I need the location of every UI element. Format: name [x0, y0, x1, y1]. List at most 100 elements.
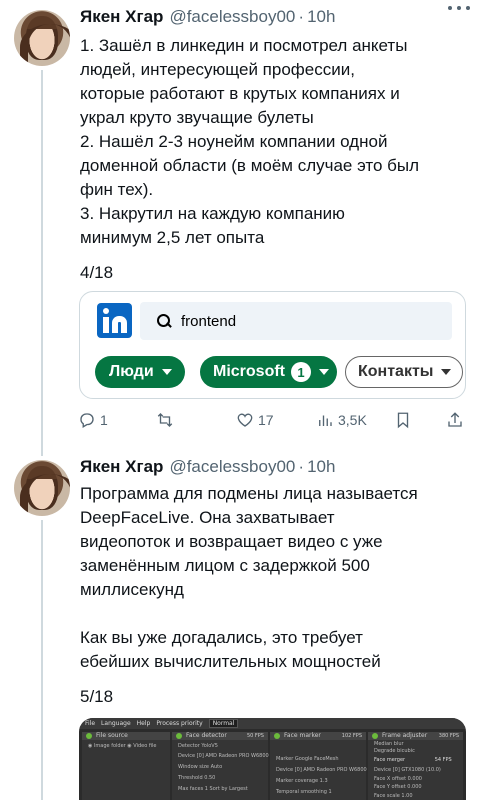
like-button[interactable]: 17 [236, 408, 274, 432]
panel-face-marker: Face marker 102 FPS Marker Google FaceMe… [270, 732, 367, 800]
linkedin-logo-icon [97, 303, 132, 338]
filter-contacts-label: Контакты [358, 363, 434, 380]
text-line: 2. Нашёл 2-3 ноунейм компании одной [80, 132, 388, 151]
panel-title: File source [96, 732, 128, 739]
share-button[interactable] [446, 408, 464, 432]
chevron-down-icon [441, 369, 452, 375]
app-menubar: File Language Help Process priority Norm… [79, 718, 466, 729]
menu-help: Help [136, 720, 151, 727]
author-avatar[interactable] [14, 460, 70, 516]
adjuster-row: Device [0] GTX1080 (10.0) [374, 767, 441, 773]
adjuster-row: Face scale 1.00 [374, 793, 413, 799]
bookmark-icon [397, 412, 409, 429]
share-icon [448, 412, 462, 427]
text-line: миллисекунд [80, 580, 184, 599]
reply-button[interactable]: 1 [78, 408, 108, 432]
tweet-text: Программа для подмены лица называется De… [80, 482, 472, 674]
author-handle[interactable]: @facelessboy00 [169, 7, 295, 27]
detector-row: Window size Auto [178, 764, 223, 770]
text-line: минимум 2,5 лет опыта [80, 228, 265, 247]
panel-fps: 102 FPS [341, 733, 362, 739]
text-line: людей, интересующей профессии, [80, 60, 355, 79]
source-option: ◉ Image folder ◉ Video file [88, 743, 157, 749]
more-options-icon[interactable] [448, 6, 470, 16]
attached-image-deepfacelive[interactable]: File Language Help Process priority Norm… [79, 718, 466, 800]
text-line: доменной области (в моём случае это был [80, 156, 420, 175]
separator-dot: · [298, 457, 305, 476]
chevron-down-icon [319, 369, 329, 375]
power-icon [274, 733, 280, 739]
author-name[interactable]: Якен Хгар [80, 7, 163, 27]
menu-language: Language [101, 720, 131, 727]
author-name[interactable]: Якен Хгар [80, 457, 163, 477]
text-line-blank [80, 602, 472, 626]
marker-row: Marker coverage 1.3 [276, 778, 328, 784]
heart-icon [237, 413, 253, 427]
text-line: видеопоток и возвращает видео с уже [80, 532, 383, 551]
adjuster-row: Median blur [374, 741, 404, 747]
author-handle[interactable]: @facelessboy00 [169, 457, 295, 477]
text-line: фин тех). [80, 180, 154, 199]
thread-connector-top [41, 440, 43, 456]
panel-title: Face marker [284, 732, 321, 739]
priority-value: Normal [208, 719, 239, 728]
detector-row: Max faces 1 Sort by Largest [178, 786, 248, 792]
text-line: Как вы уже догадались, это требует [80, 628, 363, 647]
tweet-header: Якен Хгар @facelessboy00 · 10h [80, 6, 335, 28]
tweet-header: Якен Хгар @facelessboy00 · 10h [80, 456, 335, 478]
filter-count-badge: 1 [291, 362, 311, 382]
tweet-timestamp[interactable]: 10h [307, 457, 335, 477]
text-line: DeepFaceLive. Она захватывает [80, 508, 335, 527]
thread-counter: 5/18 [80, 687, 114, 706]
text-line: заменённым лицом с задержкой 500 [80, 556, 370, 575]
filter-company: Microsoft 1 [200, 356, 337, 388]
chevron-down-icon [161, 369, 172, 375]
panel-fps: 50 FPS [246, 733, 264, 739]
reply-count: 1 [100, 412, 108, 428]
adjuster-row: Face Y offset 0.000 [374, 784, 422, 790]
views-button[interactable]: 3,5K [316, 408, 367, 432]
panel-file-source: File source ◉ Image folder ◉ Video file [82, 732, 170, 800]
thread-counter: 4/18 [80, 263, 114, 282]
tweet-1[interactable]: Якен Хгар @facelessboy00 · 10h 1. Зашёл … [0, 0, 481, 450]
adjuster-row: Face X offset 0.000 [374, 776, 422, 782]
merger-fps: 54 FPS [434, 757, 452, 763]
menu-file: File [85, 720, 96, 727]
view-count: 3,5K [338, 412, 367, 428]
marker-row: Marker Google FaceMesh [276, 756, 339, 762]
bookmark-button[interactable] [394, 408, 412, 432]
thread-connector [41, 70, 43, 450]
like-count: 17 [258, 412, 274, 428]
filter-contacts: Контакты [345, 356, 463, 388]
filter-people-label: Люди [109, 363, 154, 380]
text-line: которые работают в крутых компаниях и [80, 84, 400, 103]
tweet-text: 1. Зашёл в линкедин и посмотрел анкеты л… [80, 34, 472, 250]
panel-fps: 380 FPS [438, 733, 459, 739]
menu-priority: Process priority [156, 720, 203, 727]
tweet-actions: 1 17 3,5K [78, 408, 468, 432]
adjuster-row: Degrade bicubic [374, 748, 415, 754]
power-icon [86, 733, 92, 739]
marker-row: Device [0] AMD Radeon PRO W6800 [276, 767, 367, 773]
thread-connector [41, 520, 43, 800]
author-avatar[interactable] [14, 10, 70, 66]
search-query: frontend [181, 312, 237, 330]
detector-row: Detector YoloV5 [178, 743, 218, 749]
reply-icon [80, 413, 94, 428]
repost-icon [157, 413, 173, 427]
linkedin-search-bar: frontend [140, 302, 452, 340]
attached-image-linkedin[interactable]: frontend Люди Microsoft 1 Контакты [79, 291, 466, 399]
detector-row: Threshold 0.50 [178, 775, 216, 781]
marker-row: Temporal smoothing 1 [276, 789, 332, 795]
filter-company-label: Microsoft [213, 363, 285, 380]
power-icon [176, 733, 182, 739]
filter-people: Люди [95, 356, 185, 388]
repost-button[interactable] [156, 408, 178, 432]
panel-title: Frame adjuster [382, 732, 428, 739]
separator-dot: · [298, 7, 305, 26]
panel-frame-adjuster: Frame adjuster 380 FPS Median blur Degra… [368, 732, 463, 800]
panel-title: Face detector [186, 732, 227, 739]
text-line: 1. Зашёл в линкедин и посмотрел анкеты [80, 36, 408, 55]
detector-row: Device [0] AMD Radeon PRO W6800 [178, 753, 269, 759]
tweet-timestamp[interactable]: 10h [307, 7, 335, 27]
